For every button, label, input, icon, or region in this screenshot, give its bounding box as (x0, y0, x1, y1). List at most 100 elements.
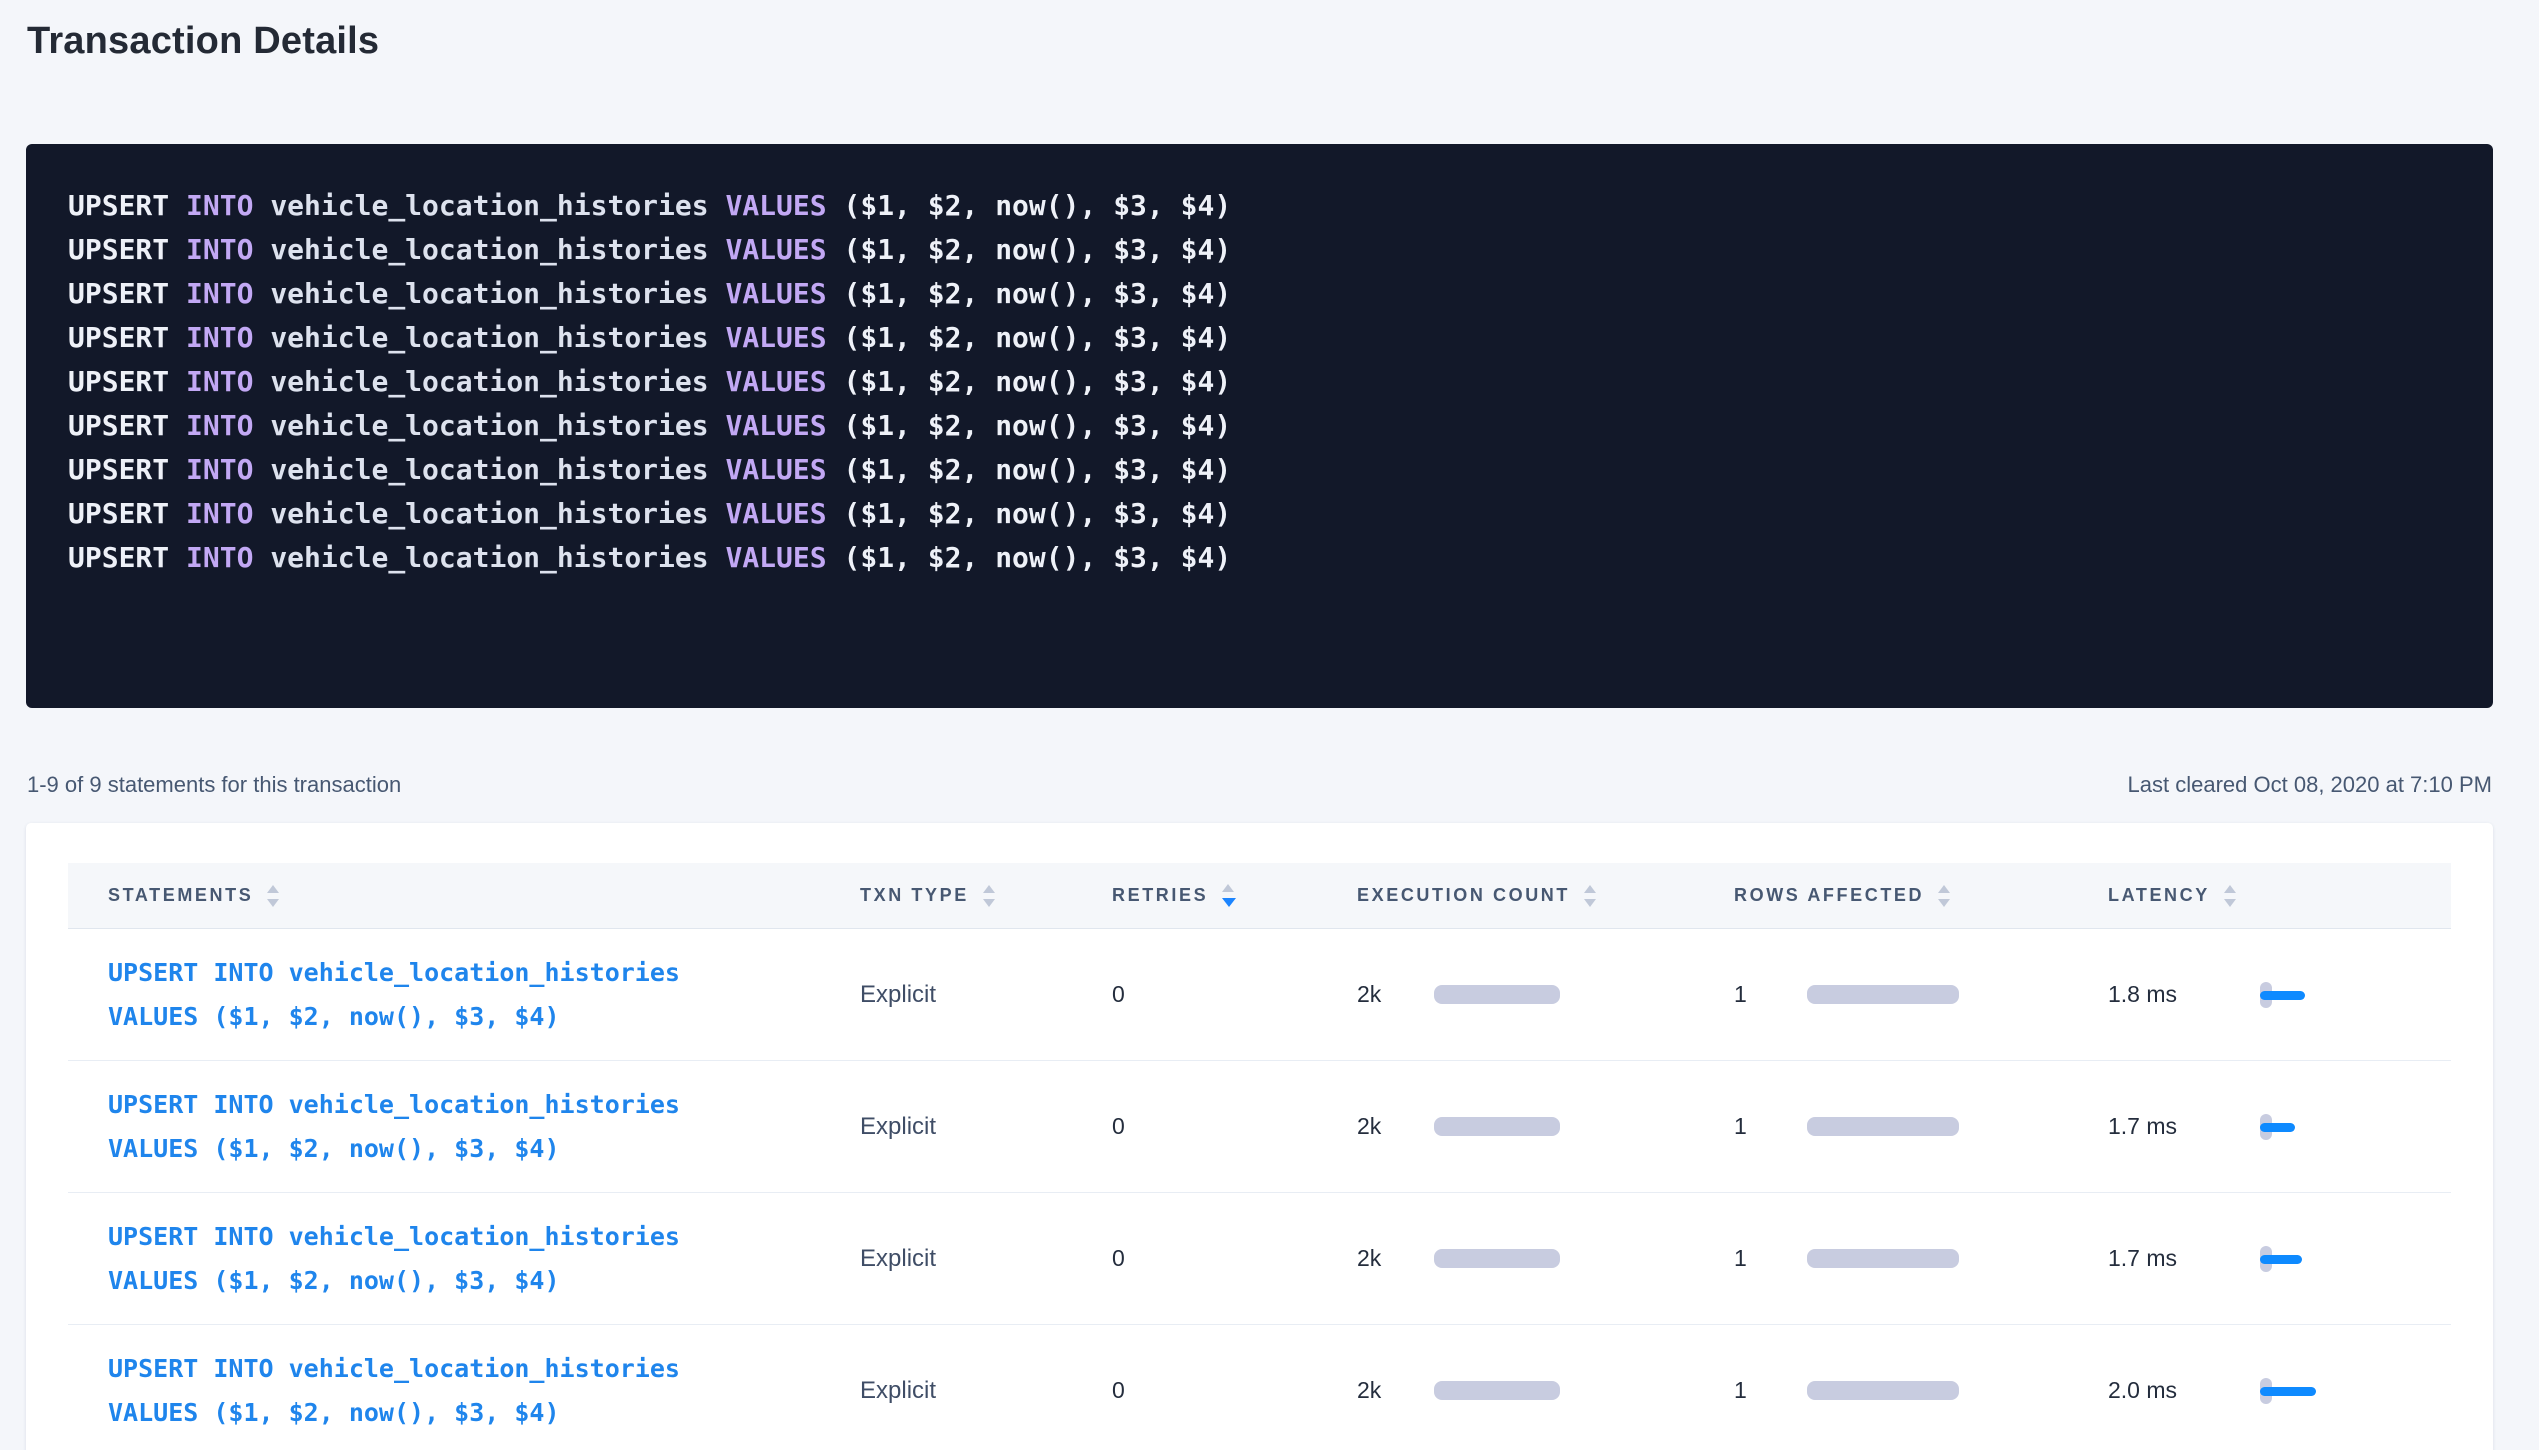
sql-statement-line: UPSERT INTO vehicle_location_histories V… (68, 316, 2451, 360)
sql-token: VALUES (725, 189, 843, 222)
statement-link-line: VALUES ($1, $2, now(), $3, $4) (108, 1259, 860, 1303)
sql-token: vehicle_location_histories (270, 497, 725, 530)
statement-link-line: UPSERT INTO vehicle_location_histories (108, 1215, 860, 1259)
retries-cell: 0 (1112, 1245, 1357, 1272)
column-header-execution-count[interactable]: EXECUTION COUNT (1357, 885, 1734, 907)
sql-token: UPSERT (68, 453, 186, 486)
rows-affected-bar (1807, 1381, 1959, 1400)
sql-token: ($1, $2, now(), $3, $4) (843, 541, 1231, 574)
execution-count-cell: 2k (1357, 981, 1734, 1008)
sql-token: UPSERT (68, 321, 186, 354)
table-status-row: 1-9 of 9 statements for this transaction… (27, 770, 2492, 800)
sort-asc-icon[interactable] (1938, 885, 1950, 893)
sort-icons[interactable] (267, 885, 279, 907)
column-header-statements[interactable]: STATEMENTS (68, 885, 860, 907)
sql-token: UPSERT (68, 189, 186, 222)
sql-token: INTO (186, 409, 270, 442)
execution-count-value: 2k (1357, 1113, 1415, 1140)
latency-value: 1.7 ms (2108, 1245, 2218, 1272)
sort-icons[interactable] (1938, 885, 1950, 907)
column-header-txn-type[interactable]: TXN TYPE (860, 885, 1112, 907)
latency-bar (2260, 991, 2305, 1000)
statement-link[interactable]: UPSERT INTO vehicle_location_historiesVA… (68, 1215, 860, 1303)
latency-cell: 1.8 ms (2108, 981, 2451, 1008)
sort-asc-icon[interactable] (267, 885, 279, 893)
sort-asc-icon[interactable] (2224, 885, 2236, 893)
latency-cell: 1.7 ms (2108, 1245, 2451, 1272)
sql-token: ($1, $2, now(), $3, $4) (843, 453, 1231, 486)
sql-statement-line: UPSERT INTO vehicle_location_histories V… (68, 272, 2451, 316)
rows-affected-cell: 1 (1734, 1377, 2108, 1404)
sql-token: VALUES (725, 233, 843, 266)
sort-desc-icon[interactable] (267, 899, 279, 907)
latency-bar (2260, 1255, 2302, 1264)
latency-bar (2260, 1387, 2316, 1396)
statements-table-header: STATEMENTS TXN TYPERETRIESEXECUTION COUNT… (68, 863, 2451, 929)
sort-asc-icon[interactable] (1584, 885, 1596, 893)
sql-token: VALUES (725, 541, 843, 574)
latency-chart (2260, 1246, 2380, 1272)
statement-link-line: VALUES ($1, $2, now(), $3, $4) (108, 995, 860, 1039)
execution-count-value: 2k (1357, 981, 1415, 1008)
page-title: Transaction Details (27, 18, 2539, 64)
column-header-label: ROWS AFFECTED (1734, 885, 1924, 906)
table-row: UPSERT INTO vehicle_location_historiesVA… (68, 1061, 2451, 1193)
sort-asc-icon[interactable] (1222, 884, 1234, 892)
sql-statement-line: UPSERT INTO vehicle_location_histories V… (68, 404, 2451, 448)
execution-count-bar (1434, 985, 1560, 1004)
sql-token: vehicle_location_histories (270, 453, 725, 486)
latency-value: 2.0 ms (2108, 1377, 2218, 1404)
sql-token: vehicle_location_histories (270, 409, 725, 442)
sort-desc-icon[interactable] (2224, 899, 2236, 907)
statement-link[interactable]: UPSERT INTO vehicle_location_historiesVA… (68, 1347, 860, 1435)
rows-affected-value: 1 (1734, 1113, 1792, 1140)
column-header-rows-affected[interactable]: ROWS AFFECTED (1734, 885, 2108, 907)
sql-token: ($1, $2, now(), $3, $4) (843, 365, 1231, 398)
column-header-label: STATEMENTS (108, 885, 253, 906)
column-header-label: LATENCY (2108, 885, 2210, 906)
rows-affected-value: 1 (1734, 981, 1792, 1008)
sql-token: UPSERT (68, 409, 186, 442)
sql-token: UPSERT (68, 541, 186, 574)
column-header-retries[interactable]: RETRIES (1112, 884, 1357, 907)
column-header-latency[interactable]: LATENCY (2108, 885, 2451, 907)
retries-cell: 0 (1112, 1113, 1357, 1140)
sql-token: INTO (186, 541, 270, 574)
sql-token: ($1, $2, now(), $3, $4) (843, 497, 1231, 530)
sort-desc-icon[interactable] (983, 899, 995, 907)
statement-link-line: UPSERT INTO vehicle_location_histories (108, 1347, 860, 1391)
sort-icons[interactable] (2224, 885, 2236, 907)
latency-cell: 2.0 ms (2108, 1377, 2451, 1404)
sort-icons[interactable] (1222, 884, 1236, 907)
rows-affected-value: 1 (1734, 1377, 1792, 1404)
sql-token: UPSERT (68, 497, 186, 530)
sql-token: vehicle_location_histories (270, 321, 725, 354)
transaction-sql-box: UPSERT INTO vehicle_location_histories V… (26, 144, 2493, 708)
table-row: UPSERT INTO vehicle_location_historiesVA… (68, 1193, 2451, 1325)
execution-count-cell: 2k (1357, 1377, 1734, 1404)
statements-table-body: UPSERT INTO vehicle_location_historiesVA… (68, 929, 2451, 1450)
sql-token: vehicle_location_histories (270, 233, 725, 266)
sort-desc-icon[interactable] (1222, 898, 1236, 907)
sort-icons[interactable] (983, 885, 995, 907)
execution-count-bar (1434, 1117, 1560, 1136)
statement-link-line: VALUES ($1, $2, now(), $3, $4) (108, 1127, 860, 1171)
sort-desc-icon[interactable] (1938, 899, 1950, 907)
sql-statement-line: UPSERT INTO vehicle_location_histories V… (68, 360, 2451, 404)
sql-token: VALUES (725, 497, 843, 530)
txn-type-cell: Explicit (860, 1377, 1112, 1405)
sort-asc-icon[interactable] (983, 885, 995, 893)
execution-count-cell: 2k (1357, 1245, 1734, 1272)
execution-count-bar (1434, 1381, 1560, 1400)
statement-link[interactable]: UPSERT INTO vehicle_location_historiesVA… (68, 951, 860, 1039)
sql-token: ($1, $2, now(), $3, $4) (843, 321, 1231, 354)
sort-desc-icon[interactable] (1584, 899, 1596, 907)
sql-statement-line: UPSERT INTO vehicle_location_histories V… (68, 228, 2451, 272)
rows-affected-bar (1807, 985, 1959, 1004)
sql-token: ($1, $2, now(), $3, $4) (843, 409, 1231, 442)
sql-token: vehicle_location_histories (270, 189, 725, 222)
sort-icons[interactable] (1584, 885, 1596, 907)
statement-link[interactable]: UPSERT INTO vehicle_location_historiesVA… (68, 1083, 860, 1171)
latency-chart (2260, 1378, 2380, 1404)
sql-statement-line: UPSERT INTO vehicle_location_histories V… (68, 448, 2451, 492)
